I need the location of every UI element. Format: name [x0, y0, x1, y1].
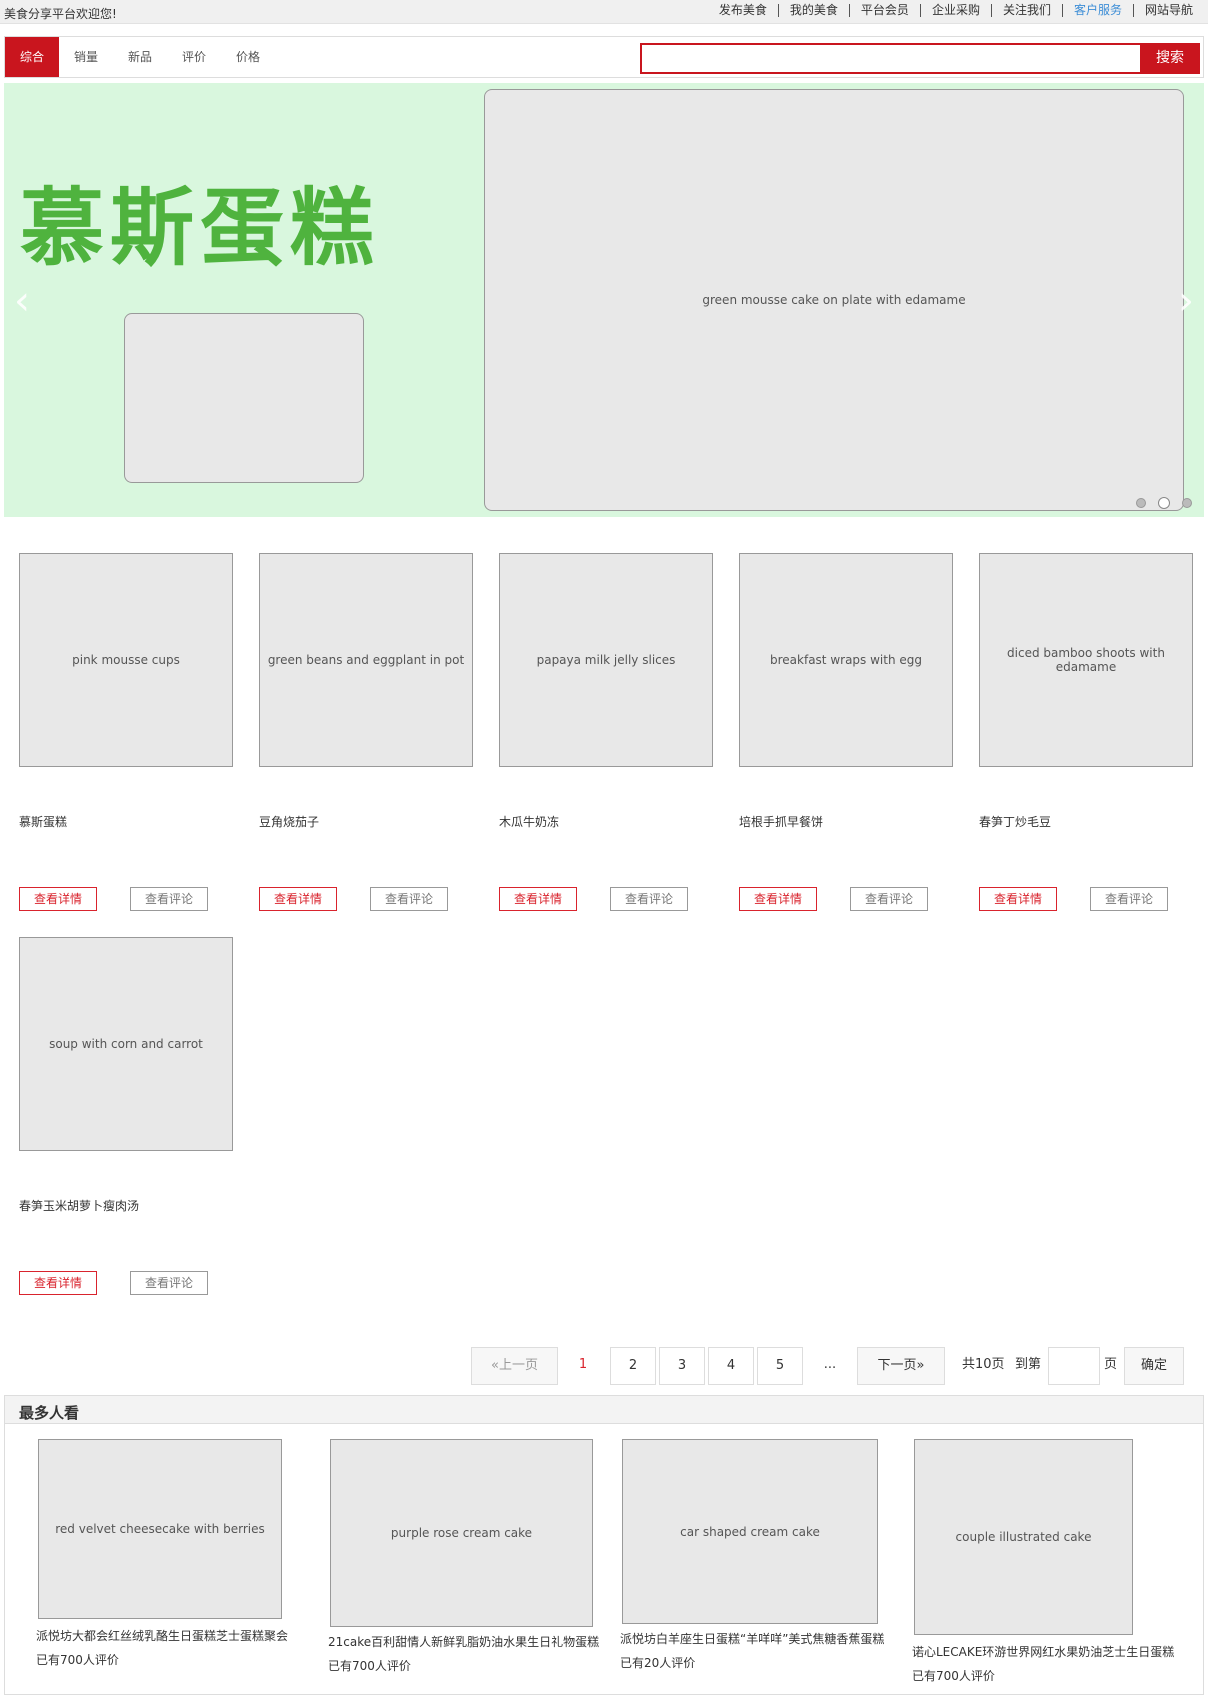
view-detail-button[interactable]: 查看详情	[499, 887, 577, 911]
banner-title: 慕斯蛋糕	[20, 179, 381, 277]
search-input[interactable]	[640, 43, 1140, 74]
sort-tab-overall[interactable]: 综合	[5, 37, 59, 77]
view-review-button[interactable]: 查看评论	[130, 887, 208, 911]
top-bar: 美食分享平台欢迎您! 发布美食 我的美食 平台会员 企业采购 关注我们 客户服务…	[0, 0, 1208, 24]
goto-label: 到第	[1015, 1357, 1042, 1372]
banner-image: green mousse cake on plate with edamame	[484, 89, 1184, 511]
search-button[interactable]: 搜索	[1140, 43, 1200, 74]
popular-item-name[interactable]: 派悦坊白羊座生日蛋糕“羊咩咩”美式焦糖香蕉蛋糕	[620, 1630, 884, 1647]
topnav-publish-food[interactable]: 发布美食	[708, 4, 778, 17]
chevron-left-icon[interactable]: ‹	[14, 278, 30, 324]
product-title[interactable]: 慕斯蛋糕	[19, 813, 67, 830]
popular-header: 最多人看	[5, 1396, 1203, 1424]
page-ellipsis: ...	[823, 1357, 837, 1372]
topnav-enterprise-purchase[interactable]: 企业采购	[919, 4, 991, 17]
popular-item-count: 已有700人评价	[328, 1659, 411, 1673]
product-image[interactable]: diced bamboo shoots with edamame	[979, 553, 1193, 767]
page-5-button[interactable]: 5	[757, 1347, 803, 1385]
carousel-dots	[1136, 497, 1192, 509]
topnav-platform-member[interactable]: 平台会员	[848, 4, 920, 17]
view-detail-button[interactable]: 查看详情	[739, 887, 817, 911]
page-1-current[interactable]: 1	[573, 1347, 593, 1385]
view-review-button[interactable]: 查看评论	[130, 1271, 208, 1295]
banner-edamame-image	[124, 313, 364, 483]
welcome-text: 美食分享平台欢迎您!	[4, 7, 117, 21]
page-unit-label: 页	[1104, 1357, 1118, 1372]
page-3-button[interactable]: 3	[659, 1347, 705, 1385]
sort-tab-new[interactable]: 新品	[113, 37, 167, 77]
carousel-dot[interactable]	[1136, 498, 1146, 508]
topnav-customer-service[interactable]: 客户服务	[1061, 4, 1133, 17]
popular-section: 最多人看 red velvet cheesecake with berries …	[4, 1395, 1204, 1695]
product-title[interactable]: 木瓜牛奶冻	[499, 813, 559, 830]
popular-item-count: 已有700人评价	[36, 1653, 119, 1667]
top-nav: 发布美食 我的美食 平台会员 企业采购 关注我们 客户服务 网站导航	[708, 4, 1204, 17]
product-title[interactable]: 培根手抓早餐饼	[739, 813, 823, 830]
popular-title: 最多人看	[19, 1404, 80, 1422]
sort-tab-sales[interactable]: 销量	[59, 37, 113, 77]
product-image[interactable]: breakfast wraps with egg	[739, 553, 953, 767]
popular-image[interactable]: purple rose cream cake	[330, 1439, 593, 1627]
prev-page-button[interactable]: «上一页	[471, 1347, 558, 1385]
product-image[interactable]: green beans and eggplant in pot	[259, 553, 473, 767]
view-review-button[interactable]: 查看评论	[1090, 887, 1168, 911]
product-image[interactable]: pink mousse cups	[19, 553, 233, 767]
total-pages-text: 共10页	[962, 1357, 1005, 1372]
pagination: «上一页 1 2 3 4 5 ... 下一页» 共10页 到第 页 确定	[0, 1347, 1208, 1385]
product-image[interactable]: soup with corn and carrot	[19, 937, 233, 1151]
view-review-button[interactable]: 查看评论	[610, 887, 688, 911]
chevron-right-icon[interactable]: ›	[1178, 278, 1194, 324]
carousel-dot-active[interactable]	[1158, 497, 1170, 509]
view-review-button[interactable]: 查看评论	[370, 887, 448, 911]
sort-tab-price[interactable]: 价格	[221, 37, 275, 77]
popular-item-name[interactable]: 派悦坊大都会红丝绒乳酪生日蛋糕芝士蛋糕聚会	[36, 1627, 288, 1644]
goto-page-input[interactable]	[1048, 1347, 1100, 1385]
topnav-follow-us[interactable]: 关注我们	[990, 4, 1062, 17]
next-page-button[interactable]: 下一页»	[857, 1347, 945, 1385]
carousel-dot[interactable]	[1182, 498, 1192, 508]
product-title[interactable]: 春笋丁炒毛豆	[979, 813, 1051, 830]
popular-item-count: 已有700人评价	[912, 1669, 995, 1683]
view-review-button[interactable]: 查看评论	[850, 887, 928, 911]
confirm-button[interactable]: 确定	[1124, 1347, 1184, 1385]
topnav-my-food[interactable]: 我的美食	[777, 4, 849, 17]
popular-item-count: 已有20人评价	[620, 1656, 696, 1670]
sort-tab-rating[interactable]: 评价	[167, 37, 221, 77]
view-detail-button[interactable]: 查看详情	[19, 887, 97, 911]
view-detail-button[interactable]: 查看详情	[979, 887, 1057, 911]
page-2-button[interactable]: 2	[610, 1347, 656, 1385]
popular-item-name[interactable]: 21cake百利甜情人新鲜乳脂奶油水果生日礼物蛋糕	[328, 1633, 599, 1650]
banner-carousel[interactable]: green mousse cake on plate with edamame …	[4, 83, 1204, 517]
popular-image[interactable]: car shaped cream cake	[622, 1439, 878, 1624]
product-image[interactable]: papaya milk jelly slices	[499, 553, 713, 767]
popular-item-name[interactable]: 诺心LECAKE环游世界网红水果奶油芝士生日蛋糕	[912, 1643, 1174, 1660]
page-4-button[interactable]: 4	[708, 1347, 754, 1385]
product-title[interactable]: 春笋玉米胡萝卜瘦肉汤	[19, 1197, 139, 1214]
view-detail-button[interactable]: 查看详情	[19, 1271, 97, 1295]
popular-image[interactable]: couple illustrated cake	[914, 1439, 1133, 1635]
view-detail-button[interactable]: 查看详情	[259, 887, 337, 911]
topnav-site-navigation[interactable]: 网站导航	[1132, 4, 1204, 17]
popular-image[interactable]: red velvet cheesecake with berries	[38, 1439, 282, 1619]
product-title[interactable]: 豆角烧茄子	[259, 813, 319, 830]
